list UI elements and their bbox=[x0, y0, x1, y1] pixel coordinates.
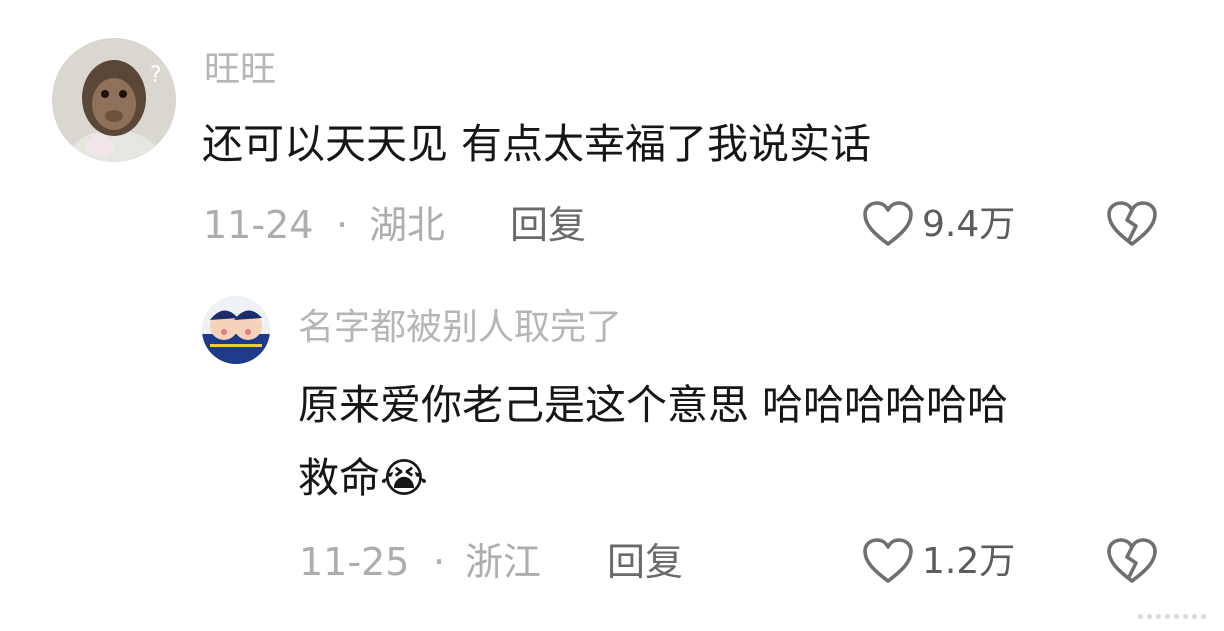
crying-laughing-emoji-icon: 😭 bbox=[380, 454, 428, 502]
svg-text:?: ? bbox=[150, 63, 162, 88]
like-count: 1.2万 bbox=[922, 541, 1016, 582]
reply-button[interactable]: 回复 bbox=[510, 203, 586, 247]
heart-icon[interactable] bbox=[862, 200, 914, 248]
dislike-broken-heart-icon[interactable] bbox=[1106, 200, 1158, 248]
cartoon-avatar-icon bbox=[202, 296, 270, 364]
comment-location: 浙江 bbox=[465, 540, 542, 584]
username[interactable]: 名字都被别人取完了 bbox=[298, 308, 622, 348]
comment-date: 11-24 bbox=[203, 203, 314, 247]
comment-text-line-1: 原来爱你老己是这个意思 哈哈哈哈哈哈 bbox=[298, 381, 1009, 429]
reply-button[interactable]: 回复 bbox=[607, 540, 683, 584]
monkey-avatar-icon: ? bbox=[52, 38, 176, 162]
like-count: 9.4万 bbox=[922, 204, 1016, 245]
heart-icon[interactable] bbox=[862, 537, 914, 585]
username[interactable]: 旺旺 bbox=[204, 50, 276, 90]
avatar[interactable]: ? bbox=[52, 38, 176, 162]
comment-text-line-2: 救命😭 bbox=[298, 448, 428, 508]
meta-separator: · bbox=[336, 203, 349, 247]
watermark-dots bbox=[1138, 614, 1206, 619]
meta-separator: · bbox=[433, 540, 446, 584]
avatar[interactable] bbox=[202, 296, 270, 364]
comment-text: 还可以天天见 有点太幸福了我说实话 bbox=[202, 120, 872, 168]
comment-location: 湖北 bbox=[369, 203, 446, 247]
dislike-broken-heart-icon[interactable] bbox=[1106, 537, 1158, 585]
comment-text-word: 救命 bbox=[298, 454, 380, 502]
comment-date: 11-25 bbox=[299, 540, 410, 584]
